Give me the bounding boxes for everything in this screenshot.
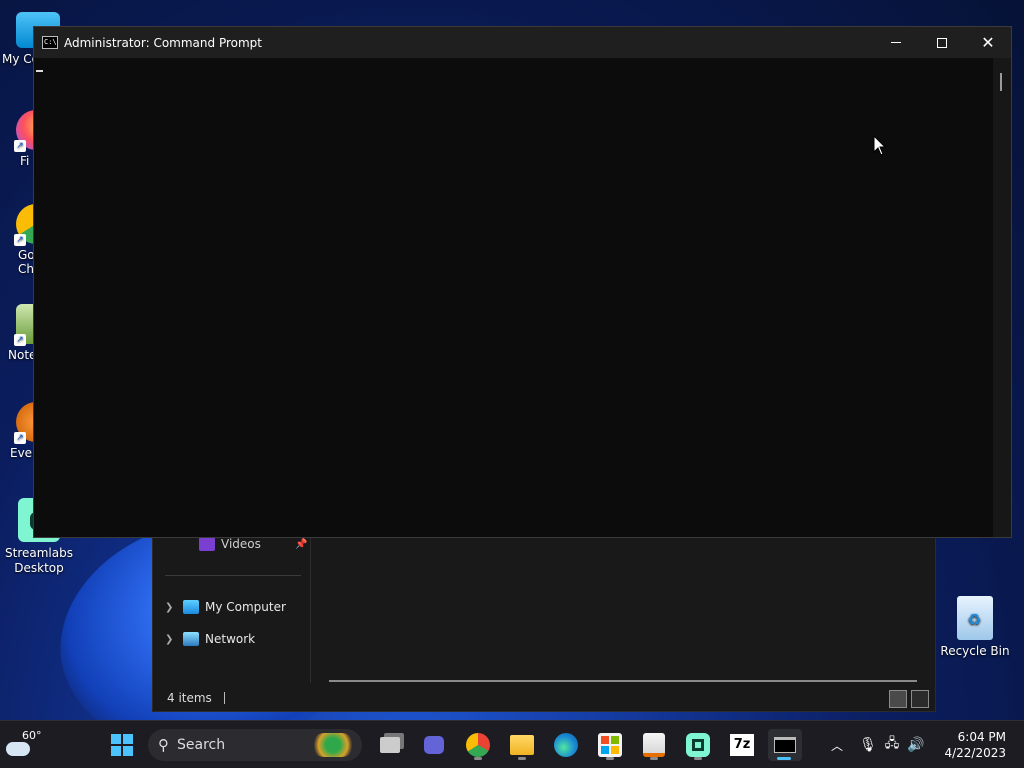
- weather-widget[interactable]: 60°: [6, 727, 52, 763]
- shortcut-arrow-icon: ↗: [14, 334, 26, 346]
- edge-taskbar-button[interactable]: [550, 729, 582, 761]
- details-view-button[interactable]: [889, 690, 907, 708]
- vertical-scrollbar[interactable]: [993, 58, 1011, 537]
- mouse-pointer-icon: [873, 135, 887, 156]
- tiles-view-button[interactable]: [911, 690, 929, 708]
- desktop-icon-label: Recycle Bin: [940, 644, 1010, 658]
- view-toggle: [889, 690, 929, 708]
- window-title: Administrator: Command Prompt: [64, 35, 262, 50]
- nav-item-label: My Computer: [205, 600, 286, 614]
- seven-zip-taskbar-button[interactable]: 7z: [726, 729, 758, 761]
- chevron-right-icon[interactable]: ❯: [165, 602, 175, 613]
- chrome-taskbar-button[interactable]: [462, 729, 494, 761]
- streamlabs-icon: [686, 733, 710, 757]
- active-indicator: [777, 757, 791, 760]
- nav-divider: [165, 575, 301, 576]
- start-button[interactable]: [106, 729, 138, 761]
- network-icon: [183, 632, 199, 646]
- console-output[interactable]: [34, 58, 993, 537]
- java-icon: [643, 733, 665, 757]
- videos-icon: [199, 537, 215, 551]
- item-count: 4 items: [167, 691, 212, 705]
- command-prompt-taskbar-button[interactable]: [768, 729, 802, 761]
- command-prompt-icon: [774, 737, 796, 753]
- chevron-right-icon[interactable]: ❯: [165, 634, 175, 645]
- streamlabs-taskbar-button[interactable]: [682, 729, 714, 761]
- desktop-icon-recycle-bin[interactable]: ♻ Recycle Bin: [937, 596, 1013, 658]
- chevron-up-icon[interactable]: ︿: [826, 737, 848, 754]
- java-taskbar-button[interactable]: [638, 729, 670, 761]
- nav-item-network[interactable]: ❯ Network: [153, 628, 255, 650]
- status-bar: 4 items: [153, 685, 935, 711]
- store-icon: [598, 733, 622, 757]
- teams-chat-button[interactable]: [418, 729, 450, 761]
- shortcut-arrow-icon: ↗: [14, 234, 26, 246]
- running-indicator: [518, 757, 526, 760]
- folder-icon: [510, 735, 534, 755]
- task-view-icon: [380, 737, 400, 753]
- status-divider: [223, 692, 225, 704]
- minimize-button[interactable]: [873, 27, 919, 58]
- close-icon: ✕: [981, 33, 995, 52]
- system-tray: ︿ 🎙 🖧 🔊: [826, 721, 928, 768]
- title-bar[interactable]: C:\ Administrator: Command Prompt ✕: [34, 27, 1011, 58]
- clock[interactable]: 6:04 PM 4/22/2023: [944, 729, 1006, 761]
- running-indicator: [650, 757, 658, 760]
- nav-item-label: Network: [205, 632, 256, 646]
- cmd-icon: C:\: [42, 36, 58, 49]
- search-icon: ⚲: [158, 736, 169, 754]
- weather-temperature: 60°: [22, 729, 42, 742]
- search-label: Search: [177, 737, 226, 753]
- microsoft-store-button[interactable]: [594, 729, 626, 761]
- navigation-pane: Videos 📌 ❯ My Computer ❯ Network: [153, 537, 311, 683]
- running-indicator: [606, 757, 614, 760]
- pin-icon[interactable]: 📌: [295, 539, 307, 550]
- text-cursor: [36, 70, 43, 72]
- clock-time: 6:04 PM: [957, 730, 1006, 744]
- command-prompt-window[interactable]: C:\ Administrator: Command Prompt ✕: [33, 26, 1012, 538]
- shortcut-arrow-icon: ↗: [14, 140, 26, 152]
- close-button[interactable]: ✕: [965, 27, 1011, 58]
- monitor-icon: [183, 600, 199, 614]
- nav-item-my-computer[interactable]: ❯ My Computer: [153, 596, 286, 618]
- running-indicator: [694, 757, 702, 760]
- maximize-icon: [937, 37, 947, 48]
- file-explorer-window[interactable]: Videos 📌 ❯ My Computer ❯ Network 4 items: [152, 536, 936, 712]
- desktop: My Co ↗ Fi ↗ Go Chi ↗ Note ↗ Ever Stream…: [0, 0, 1024, 720]
- taskbar-search[interactable]: ⚲ Search: [148, 729, 362, 761]
- minimize-icon: [891, 42, 901, 43]
- shortcut-arrow-icon: ↗: [14, 432, 26, 444]
- recycle-bin-icon: ♻: [957, 596, 993, 640]
- search-highlight-icon: [312, 733, 354, 757]
- teams-chat-icon: [424, 736, 444, 754]
- running-indicator: [474, 757, 482, 760]
- edge-icon: [554, 733, 578, 757]
- network-status-icon[interactable]: 🖧: [880, 734, 904, 756]
- seven-zip-icon: 7z: [730, 734, 754, 756]
- maximize-button[interactable]: [919, 27, 965, 58]
- nav-item-label: Videos: [221, 537, 261, 551]
- desktop-icon-label: Streamlabs Desktop: [5, 546, 73, 575]
- scrollbar-thumb[interactable]: [1000, 73, 1002, 91]
- windows-logo-icon: [111, 734, 133, 756]
- file-explorer-taskbar-button[interactable]: [506, 729, 538, 761]
- cloud-icon: [6, 742, 30, 756]
- volume-icon[interactable]: 🔊: [904, 737, 928, 753]
- horizontal-scrollbar[interactable]: [329, 680, 917, 682]
- taskbar: 60° ⚲ Search 7z ︿ 🎙 🖧 🔊 6:04 PM 4/22/202…: [0, 720, 1024, 768]
- task-view-button[interactable]: [374, 729, 406, 761]
- microphone-icon[interactable]: 🎙: [856, 737, 880, 753]
- clock-date: 4/22/2023: [944, 746, 1006, 760]
- chrome-icon: [466, 733, 490, 757]
